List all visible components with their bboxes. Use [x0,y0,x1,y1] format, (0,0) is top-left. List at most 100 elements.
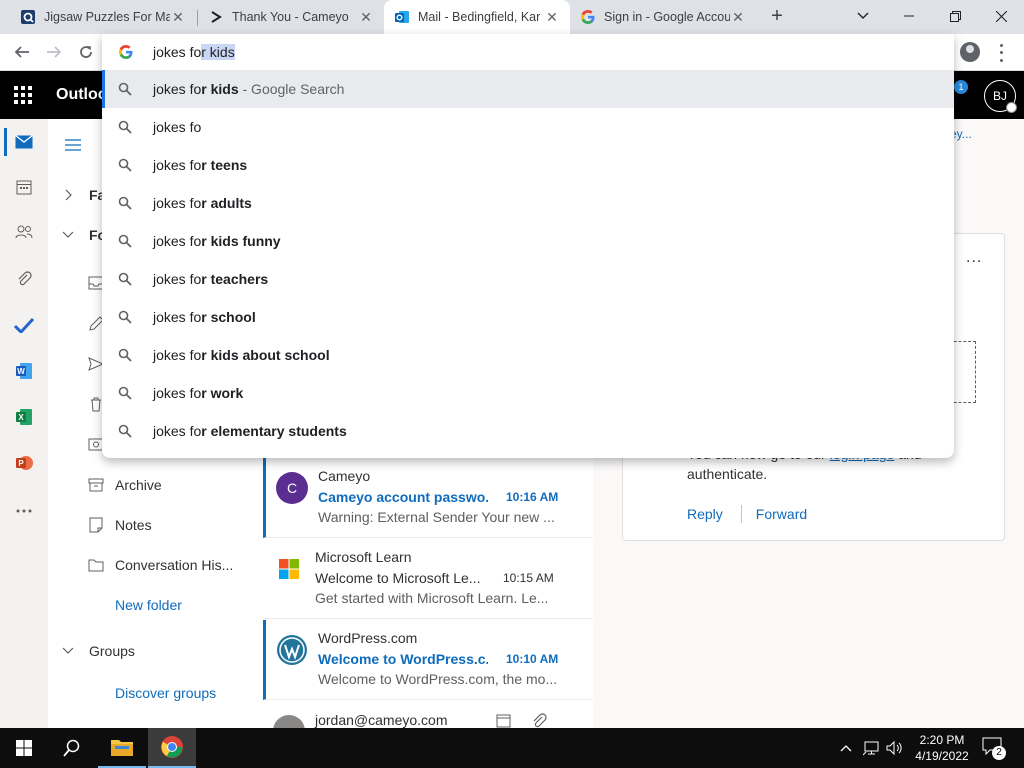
tab-outlook-mail[interactable]: Mail - Bedingfield, Kar ✕ [384,0,570,34]
suggestion-item[interactable]: jokes for kids - Google Search [102,70,954,108]
tab-cameyo[interactable]: Thank You - Cameyo ✕ [198,0,384,34]
search-icon [118,196,132,210]
tab-strip: Jigsaw Puzzles For Mac ✕ Thank You - Cam… [0,0,1024,34]
tab-google-signin[interactable]: Sign in - Google Accou ✕ [570,0,756,34]
show-hidden-icons-chevron-icon[interactable] [838,740,854,756]
suggestion-item[interactable]: jokes for teens [102,146,954,184]
wordpress-logo-icon [276,634,308,666]
jigsaw-favicon [20,9,36,25]
close-icon[interactable]: ✕ [730,9,746,26]
mail-icon[interactable] [14,132,34,152]
avatar: C [276,472,308,504]
message-subject: Cameyo account passwo... [318,489,488,505]
suggestion-completion: r work [201,385,244,401]
suggestion-item[interactable]: jokes for adults [102,184,954,222]
discover-groups-label: Discover groups [115,685,217,701]
profile-icon[interactable] [960,42,980,62]
close-icon[interactable]: ✕ [544,9,560,26]
minimize-button[interactable] [886,0,932,32]
calendar-icon[interactable] [496,713,512,729]
list-item[interactable]: WordPress.com Welcome to WordPress.c... … [263,620,593,700]
system-clock[interactable]: 2:20 PM 4/19/2022 [910,732,974,764]
list-item[interactable]: Microsoft Learn Welcome to Microsoft Le.… [263,539,593,619]
more-apps-icon[interactable] [14,501,34,521]
tab-jigsaw[interactable]: Jigsaw Puzzles For Mac ✕ [10,0,196,34]
search-icon [118,272,132,286]
suggestion-item[interactable]: jokes fo [102,108,954,146]
suggestion-item[interactable]: jokes for work [102,374,954,412]
attachment-icon[interactable] [14,269,34,289]
reload-icon[interactable] [75,41,97,63]
suggestion-item[interactable]: jokes for teachers [102,260,954,298]
more-actions-icon[interactable]: ... [966,249,982,267]
volume-icon[interactable] [886,740,902,756]
address-bar[interactable]: jokes for kids [102,34,954,70]
message-sender: WordPress.com [318,630,418,646]
clock-date: 4/19/2022 [915,749,969,763]
avatar[interactable]: BJ [984,80,1017,113]
forward-arrow-icon[interactable] [43,41,65,63]
word-icon[interactable]: W [14,361,34,381]
close-icon[interactable]: ✕ [358,9,374,26]
search-icon[interactable] [48,728,96,768]
suggestion-completion: r school [201,309,256,325]
suggestion-prefix: jokes fo [153,347,202,363]
folder-notes[interactable]: Notes [48,505,263,545]
back-arrow-icon[interactable] [11,41,33,63]
tab-title: Mail - Bedingfield, Kar [418,10,541,24]
notification-badge[interactable]: 1 [954,80,968,94]
folder-icon [88,559,104,572]
svg-text:P: P [18,459,24,468]
close-icon[interactable]: ✕ [170,9,186,26]
network-icon[interactable] [862,740,879,756]
folder-conversation-history[interactable]: Conversation His... [48,545,263,585]
google-favicon [580,9,596,25]
suggestion-prefix: jokes fo [153,81,202,97]
suggestion-item[interactable]: jokes for kids funny [102,222,954,260]
new-folder-label: New folder [115,597,182,613]
restore-button[interactable] [932,0,978,32]
autocomplete-selection: r kids [201,44,235,60]
message-time: 10:16 AM [506,490,559,504]
groups-header[interactable]: Groups [48,631,263,671]
chrome-menu-icon[interactable] [994,42,1008,64]
search-icon [118,158,132,172]
forward-button[interactable]: Forward [756,506,807,522]
new-folder-link[interactable]: New folder [48,585,263,625]
typed-text: jokes fo [153,44,202,60]
svg-text:W: W [17,367,25,376]
list-item[interactable]: C Cameyo Cameyo account passwo... 10:16 … [263,458,593,538]
tab-search-chevron-icon[interactable] [840,0,886,32]
message-time: 10:10 AM [506,652,559,666]
attachment-icon[interactable] [531,713,547,729]
suggestion-text: jokes for elementary students [153,423,347,439]
suggestion-item[interactable]: jokes for kids about school [102,336,954,374]
todo-icon[interactable] [14,315,34,335]
discover-groups-link[interactable]: Discover groups [48,673,263,713]
powerpoint-icon[interactable]: P [14,453,34,473]
folder-archive[interactable]: Archive [48,465,263,505]
suggestion-item[interactable]: jokes for school [102,298,954,336]
search-icon [118,424,132,438]
windows-start-icon[interactable] [0,728,48,768]
groups-label: Groups [89,643,135,659]
file-explorer-icon[interactable] [98,728,146,768]
people-icon[interactable] [14,222,34,242]
cameyo-favicon [208,9,224,25]
reply-button[interactable]: Reply [687,506,723,522]
search-icon [118,386,132,400]
suggestion-text: jokes for teens [153,157,247,173]
suggestion-item[interactable]: jokes for elementary students [102,412,954,450]
close-window-button[interactable] [978,0,1024,32]
archive-icon [88,478,104,492]
new-tab-button[interactable]: + [766,6,788,28]
microsoft-logo-icon [273,553,305,585]
app-launcher-icon[interactable] [14,86,32,104]
tab-title: Thank You - Cameyo [232,10,349,24]
excel-icon[interactable]: X [14,407,34,427]
message-preview: Welcome to WordPress.com, the mo... [318,671,558,687]
search-icon [118,348,132,362]
suggestion-text: jokes for teachers [153,271,268,287]
calendar-icon[interactable] [14,177,34,197]
chrome-taskbar-icon[interactable] [148,728,196,768]
